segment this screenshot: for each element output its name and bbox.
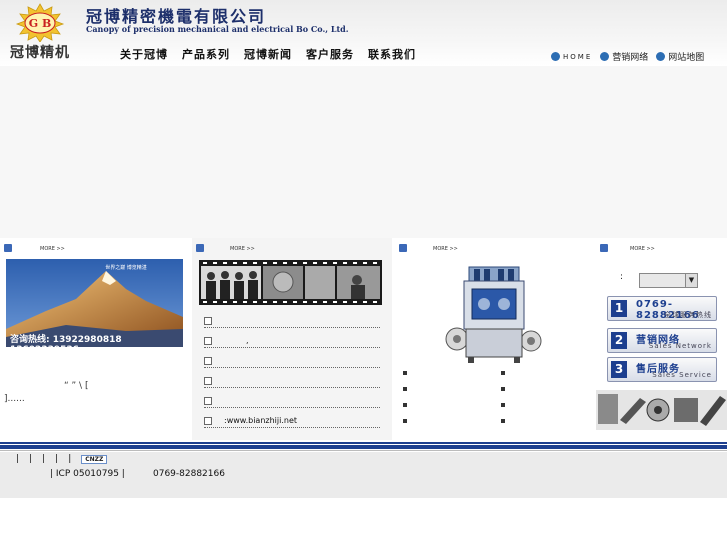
intro-line: “ ” \ [ (64, 381, 89, 391)
hotline-subtitle: 全球服务热线 (664, 311, 712, 319)
bullet-icon (501, 419, 505, 423)
section-icon (196, 244, 204, 252)
footer-link[interactable]: | (29, 454, 32, 464)
footer-link[interactable]: | (16, 454, 19, 464)
bullet-icon (204, 417, 212, 425)
footer-link[interactable]: | (42, 454, 45, 464)
home-link[interactable]: HOME (551, 52, 592, 61)
nav-products[interactable]: 产品系列 (182, 46, 230, 62)
top-links: HOME 营销网络 网站地图 (551, 50, 704, 63)
bullet-icon (403, 419, 407, 423)
cnzz-stats-badge[interactable]: CNZZ (81, 454, 108, 464)
news-item[interactable]: , (204, 329, 380, 348)
footer-links: | | | | | CNZZ (16, 454, 108, 464)
banner-area (0, 66, 727, 238)
intro-more[interactable]: ]...... (4, 394, 88, 404)
nav-about[interactable]: 关于冠博 (120, 46, 168, 62)
about-header: MORE >> (4, 244, 188, 254)
service-column: MORE >> : ▼ 1 0769-82882166 全球服务热线 2 营销网… (596, 238, 727, 440)
bullet-icon (403, 387, 407, 391)
bullet-icon (501, 403, 505, 407)
bullet-icon (501, 371, 505, 375)
site-map-link[interactable]: 网站地图 (656, 50, 704, 63)
bullet-icon (403, 371, 407, 375)
nav-contact[interactable]: 联系我们 (368, 46, 416, 62)
section-icon (399, 244, 407, 252)
footer-link[interactable]: | (55, 454, 58, 464)
site-map-label: 网站地图 (668, 53, 705, 63)
section-icon (600, 244, 608, 252)
news-item[interactable]: :www.bianzhiji.net (204, 409, 380, 428)
bullet-icon (403, 403, 407, 407)
company-name-en: Canopy of precision mechanical and elect… (86, 24, 349, 34)
sales-network-link[interactable]: 营销网络 (600, 50, 648, 63)
more-link[interactable]: MORE >> (40, 246, 65, 252)
hotline-text: 咨询热线: 13922980818 13602339536 (10, 335, 122, 355)
service-header: MORE >> (600, 244, 727, 254)
header: G B 冠博精机 冠博精密機電有限公司 Canopy of precision … (0, 0, 727, 66)
news-header: MORE >> (196, 244, 392, 254)
company-logo[interactable]: G B (5, 2, 75, 42)
news-item[interactable] (204, 309, 380, 328)
news-item[interactable] (204, 369, 380, 388)
news-item[interactable] (204, 389, 380, 408)
sales-network-button[interactable]: 2 营销网络 Sales Network (607, 328, 717, 353)
home-icon (551, 52, 560, 61)
icp-number: | ICP 05010795 | (50, 469, 125, 479)
nav-service[interactable]: 客户服务 (306, 46, 354, 62)
more-link[interactable]: MORE >> (433, 246, 458, 252)
intro-text: “ ” \ [ ]...... (4, 381, 88, 404)
bullet-icon (501, 387, 505, 391)
nav-news[interactable]: 冠博新闻 (244, 46, 292, 62)
after-sales-button[interactable]: 3 售后服务 Sales Service (607, 357, 717, 382)
section-icon (4, 244, 12, 252)
select-label: : (620, 272, 624, 282)
bullet-icon (204, 357, 212, 365)
products-header: MORE >> (399, 244, 593, 254)
chevron-down-icon[interactable]: ▼ (685, 274, 697, 287)
news-item[interactable] (204, 349, 380, 368)
team-photo-strip (199, 260, 382, 305)
tools-image (596, 390, 727, 430)
sales-network-number-badge: 2 (611, 332, 627, 349)
bullet-icon (204, 377, 212, 385)
language-select[interactable]: ▼ (639, 273, 698, 288)
sales-network-subtitle: Sales Network (648, 342, 712, 350)
about-column: MORE >> 世界之巅 博览精湛 咨询热线: 13922980818 1360… (0, 238, 188, 440)
hotline-number-badge: 1 (611, 300, 627, 317)
news-column: MORE >> , :www.bianzhiji.net (192, 238, 392, 440)
banner-caption: 世界之巅 博览精湛 (105, 264, 147, 271)
user-icon (600, 52, 610, 61)
footer: | | | | | CNZZ | ICP 05010795 | 0769-828… (0, 452, 727, 498)
main-nav: 关于冠博 产品系列 冠博新闻 客户服务 联系我们 (120, 46, 416, 62)
products-column: MORE >> (395, 238, 593, 440)
footer-phone: 0769-82882166 (153, 469, 225, 479)
bullet-icon (204, 317, 212, 325)
bullet-icon (204, 397, 212, 405)
sales-network-label: 营销网络 (612, 53, 649, 63)
footer-divider (0, 442, 727, 451)
home-link-label: HOME (563, 52, 593, 61)
bullet-icon (204, 337, 212, 345)
hotline-button[interactable]: 1 0769-82882166 全球服务热线 (607, 296, 717, 321)
footer-link[interactable]: | (68, 454, 71, 464)
braiding-machine-image[interactable] (444, 259, 545, 365)
logo-letters: G B (29, 17, 52, 30)
after-sales-subtitle: Sales Service (652, 371, 712, 379)
sitemap-icon (656, 52, 666, 61)
more-link[interactable]: MORE >> (230, 246, 255, 252)
more-link[interactable]: MORE >> (630, 246, 655, 252)
after-sales-number-badge: 3 (611, 361, 627, 378)
logo-text: 冠博精机 (10, 45, 70, 61)
